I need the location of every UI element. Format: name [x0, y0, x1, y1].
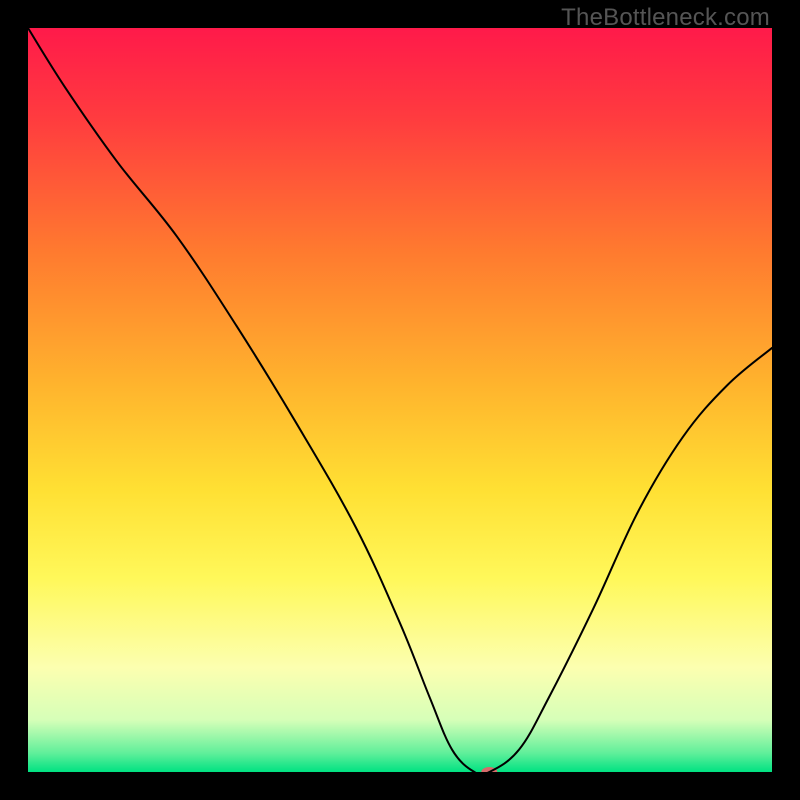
bottleneck-chart	[28, 28, 772, 772]
chart-background	[28, 28, 772, 772]
chart-frame	[28, 28, 772, 772]
